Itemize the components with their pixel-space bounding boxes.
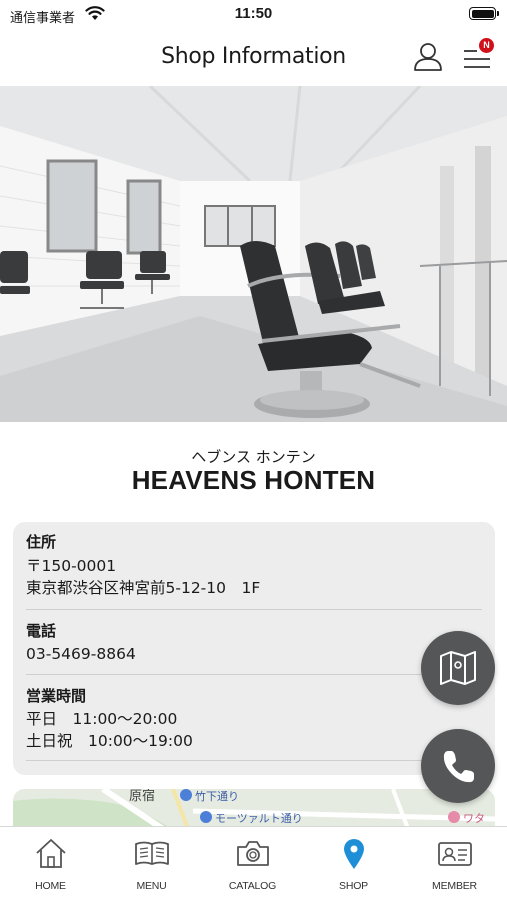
phone-icon	[443, 751, 474, 783]
book-icon	[135, 841, 169, 865]
user-icon[interactable]	[411, 40, 445, 74]
divider	[26, 760, 482, 761]
tab-label: MENU	[136, 880, 167, 892]
tab-label: CATALOG	[228, 880, 277, 892]
home-icon	[36, 839, 66, 868]
app-header: Shop Information N	[0, 30, 507, 86]
phone-number[interactable]: 03-5469-8864	[26, 643, 482, 665]
hours-label: 営業時間	[26, 687, 87, 705]
tab-menu[interactable]: MENU	[101, 827, 202, 900]
shop-name-kana: ヘブンス ホンテン	[191, 448, 316, 466]
phone-section: 電話 03-5469-8864	[26, 621, 482, 665]
map-button[interactable]	[421, 631, 495, 705]
map-label-wata: ワタ	[463, 812, 485, 825]
status-bar: 通信事業者 11:50	[0, 0, 507, 30]
map-label-takeshita: 竹下通り	[195, 789, 239, 803]
map-label-harajuku: 原宿	[129, 789, 155, 804]
call-button[interactable]	[421, 729, 495, 803]
map-label-mozart: モーツァルト通り	[215, 812, 303, 825]
tab-label: HOME	[35, 880, 66, 892]
postal-code: 〒150-0001	[26, 557, 117, 575]
tab-member[interactable]: MEMBER	[404, 827, 505, 900]
tab-shop[interactable]: SHOP	[303, 827, 404, 900]
camera-icon	[237, 841, 269, 866]
hours-section: 営業時間 平日 11:00〜20:00 土日祝 10:00〜19:00	[26, 686, 482, 752]
hours-weekday: 平日 11:00〜20:00	[26, 710, 178, 728]
tab-home[interactable]: HOME	[0, 827, 101, 900]
address-line: 東京都渋谷区神宮前5-12-10 1F	[26, 579, 261, 597]
hours-weekend: 土日祝 10:00〜19:00	[26, 732, 193, 750]
salon-interior-photo	[0, 86, 507, 422]
notification-badge: N	[479, 38, 494, 53]
tab-label: SHOP	[339, 880, 368, 892]
divider	[26, 609, 482, 610]
divider	[26, 674, 482, 675]
address-label: 住所	[26, 533, 57, 551]
location-pin-icon	[344, 839, 364, 869]
shop-name: HEAVENS HONTEN	[131, 465, 376, 495]
phone-label: 電話	[26, 622, 57, 640]
map-icon	[440, 651, 476, 685]
tab-catalog[interactable]: CATALOG	[202, 827, 303, 900]
bottom-tab-bar: HOME MENU CATALOG SHOP MEMBER	[0, 826, 507, 900]
clock: 11:50	[234, 5, 273, 22]
battery-icon	[469, 7, 499, 20]
member-card-icon	[438, 842, 472, 866]
address-section: 住所 〒150-0001 東京都渋谷区神宮前5-12-10 1F	[26, 532, 482, 599]
tab-label: MEMBER	[432, 880, 477, 892]
